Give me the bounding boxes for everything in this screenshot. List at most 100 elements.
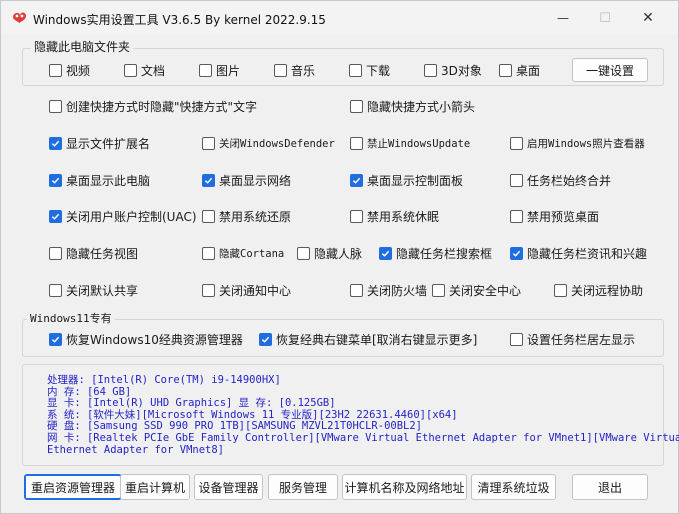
win11-checkbox-3[interactable]: 设置任务栏居左显示	[510, 331, 635, 347]
option-checkbox-7[interactable]: 桌面显示此电脑	[49, 172, 150, 188]
restart-computer-button[interactable]: 重启计算机	[120, 474, 190, 500]
checkbox-unchecked-icon[interactable]	[202, 246, 215, 260]
checkbox-checked-icon[interactable]	[49, 173, 62, 187]
minimize-button[interactable]: —	[540, 1, 586, 35]
folder-checkbox-7[interactable]: 桌面	[499, 62, 540, 78]
folder-checkbox-4[interactable]: 音乐	[274, 62, 315, 78]
checkbox-checked-icon[interactable]	[49, 209, 62, 223]
one-click-setup-button[interactable]: 一键设置	[572, 58, 648, 82]
checkbox-label: 隐藏人脉	[314, 246, 363, 261]
checkbox-unchecked-icon[interactable]	[297, 246, 310, 260]
option-checkbox-15[interactable]: 隐藏任务视图	[49, 245, 138, 261]
checkbox-unchecked-icon[interactable]	[274, 63, 287, 77]
option-checkbox-4[interactable]: 关闭WindowsDefender	[202, 135, 335, 151]
checkbox-checked-icon[interactable]	[379, 246, 392, 260]
device-manager-button[interactable]: 设备管理器	[194, 474, 263, 500]
option-checkbox-10[interactable]: 任务栏始终合并	[510, 172, 611, 188]
folder-checkbox-2[interactable]: 文档	[124, 62, 165, 78]
option-checkbox-8[interactable]: 桌面显示网络	[202, 172, 291, 188]
checkbox-label: 文档	[141, 63, 166, 78]
services-button[interactable]: 服务管理	[268, 474, 338, 500]
checkbox-label: 关闭远程协助	[571, 283, 644, 298]
option-checkbox-12[interactable]: 禁用系统还原	[202, 208, 291, 224]
checkbox-checked-icon[interactable]	[49, 136, 62, 150]
restart-explorer-button[interactable]: 重启资源管理器	[24, 474, 122, 500]
checkbox-checked-icon[interactable]	[202, 173, 215, 187]
checkbox-unchecked-icon[interactable]	[350, 283, 363, 297]
checkbox-unchecked-icon[interactable]	[49, 283, 62, 297]
option-checkbox-16[interactable]: 隐藏Cortana	[202, 245, 284, 261]
checkbox-checked-icon[interactable]	[49, 332, 62, 346]
checkbox-label: 关闭安全中心	[449, 283, 522, 298]
checkbox-unchecked-icon[interactable]	[424, 63, 437, 77]
option-checkbox-17[interactable]: 隐藏人脉	[297, 245, 362, 261]
checkbox-checked-icon[interactable]	[510, 246, 523, 260]
option-checkbox-11[interactable]: 关闭用户账户控制(UAC)	[49, 208, 197, 224]
maximize-button[interactable]: ☐	[582, 1, 628, 35]
clean-junk-button[interactable]: 清理系统垃圾	[471, 474, 556, 500]
checkbox-unchecked-icon[interactable]	[499, 63, 512, 77]
close-button[interactable]: ✕	[625, 1, 671, 35]
win11-checkbox-2[interactable]: 恢复经典右键菜单[取消右键显示更多]	[259, 331, 477, 347]
checkbox-unchecked-icon[interactable]	[510, 173, 523, 187]
option-checkbox-6[interactable]: 启用Windows照片查看器	[510, 135, 645, 151]
folder-checkbox-5[interactable]: 下载	[349, 62, 390, 78]
checkbox-unchecked-icon[interactable]	[350, 99, 363, 113]
option-checkbox-1[interactable]: 创建快捷方式时隐藏"快捷方式"文字	[49, 98, 257, 114]
option-checkbox-9[interactable]: 桌面显示控制面板	[350, 172, 463, 188]
checkbox-unchecked-icon[interactable]	[350, 136, 363, 150]
checkbox-label: 启用Windows照片查看器	[527, 137, 645, 150]
checkbox-unchecked-icon[interactable]	[202, 209, 215, 223]
checkbox-label: 创建快捷方式时隐藏"快捷方式"文字	[66, 99, 258, 114]
checkbox-unchecked-icon[interactable]	[49, 246, 62, 260]
option-checkbox-23[interactable]: 关闭安全中心	[432, 282, 521, 298]
folder-checkbox-6[interactable]: 3D对象	[424, 62, 482, 78]
checkbox-unchecked-icon[interactable]	[554, 283, 567, 297]
option-checkbox-19[interactable]: 隐藏任务栏资讯和兴趣	[510, 245, 647, 261]
checkbox-unchecked-icon[interactable]	[510, 332, 523, 346]
checkbox-label: 禁用系统休眠	[367, 209, 440, 224]
checkbox-label: 禁用系统还原	[219, 209, 292, 224]
checkbox-unchecked-icon[interactable]	[510, 209, 523, 223]
folder-checkbox-3[interactable]: 图片	[199, 62, 240, 78]
checkbox-unchecked-icon[interactable]	[202, 136, 215, 150]
option-checkbox-18[interactable]: 隐藏任务栏搜索框	[379, 245, 492, 261]
checkbox-unchecked-icon[interactable]	[510, 136, 523, 150]
option-checkbox-20[interactable]: 关闭默认共享	[49, 282, 138, 298]
windows11-legend: Windows11专有	[27, 312, 115, 326]
checkbox-checked-icon[interactable]	[259, 332, 272, 346]
checkbox-unchecked-icon[interactable]	[349, 63, 362, 77]
folder-checkbox-1[interactable]: 视频	[49, 62, 90, 78]
computer-name-network-button[interactable]: 计算机名称及网络地址	[342, 474, 467, 500]
win11-checkbox-1[interactable]: 恢复Windows10经典资源管理器	[49, 331, 243, 347]
window-title: Windows实用设置工具 V3.6.5 By kernel 2022.9.15	[33, 13, 326, 27]
checkbox-unchecked-icon[interactable]	[49, 99, 62, 113]
option-checkbox-22[interactable]: 关闭防火墙	[350, 282, 427, 298]
checkbox-unchecked-icon[interactable]	[432, 283, 445, 297]
title-bar[interactable]: Windows实用设置工具 V3.6.5 By kernel 2022.9.15…	[1, 1, 678, 35]
checkbox-unchecked-icon[interactable]	[124, 63, 137, 77]
checkbox-label: 隐藏任务视图	[66, 246, 139, 261]
option-checkbox-21[interactable]: 关闭通知中心	[202, 282, 291, 298]
checkbox-label: 3D对象	[441, 63, 482, 78]
checkbox-unchecked-icon[interactable]	[202, 283, 215, 297]
option-checkbox-13[interactable]: 禁用系统休眠	[350, 208, 439, 224]
checkbox-label: 音乐	[291, 63, 316, 78]
option-checkbox-3[interactable]: 显示文件扩展名	[49, 135, 150, 151]
checkbox-checked-icon[interactable]	[350, 173, 363, 187]
checkbox-label: 桌面显示此电脑	[66, 173, 151, 188]
exit-button[interactable]: 退出	[572, 474, 648, 500]
checkbox-unchecked-icon[interactable]	[350, 209, 363, 223]
maximize-icon: ☐	[599, 10, 611, 26]
checkbox-unchecked-icon[interactable]	[199, 63, 212, 77]
option-checkbox-14[interactable]: 禁用预览桌面	[510, 208, 599, 224]
system-info-line: Ethernet Adapter for VMnet8]	[47, 443, 225, 456]
checkbox-label: 桌面显示控制面板	[367, 173, 464, 188]
option-checkbox-5[interactable]: 禁止WindowsUpdate	[350, 135, 470, 151]
app-logo-icon	[11, 10, 28, 24]
option-checkbox-2[interactable]: 隐藏快捷方式小箭头	[350, 98, 475, 114]
option-checkbox-24[interactable]: 关闭远程协助	[554, 282, 643, 298]
checkbox-unchecked-icon[interactable]	[49, 63, 62, 77]
checkbox-label: 关闭默认共享	[66, 283, 139, 298]
checkbox-label: 隐藏任务栏资讯和兴趣	[527, 246, 648, 261]
